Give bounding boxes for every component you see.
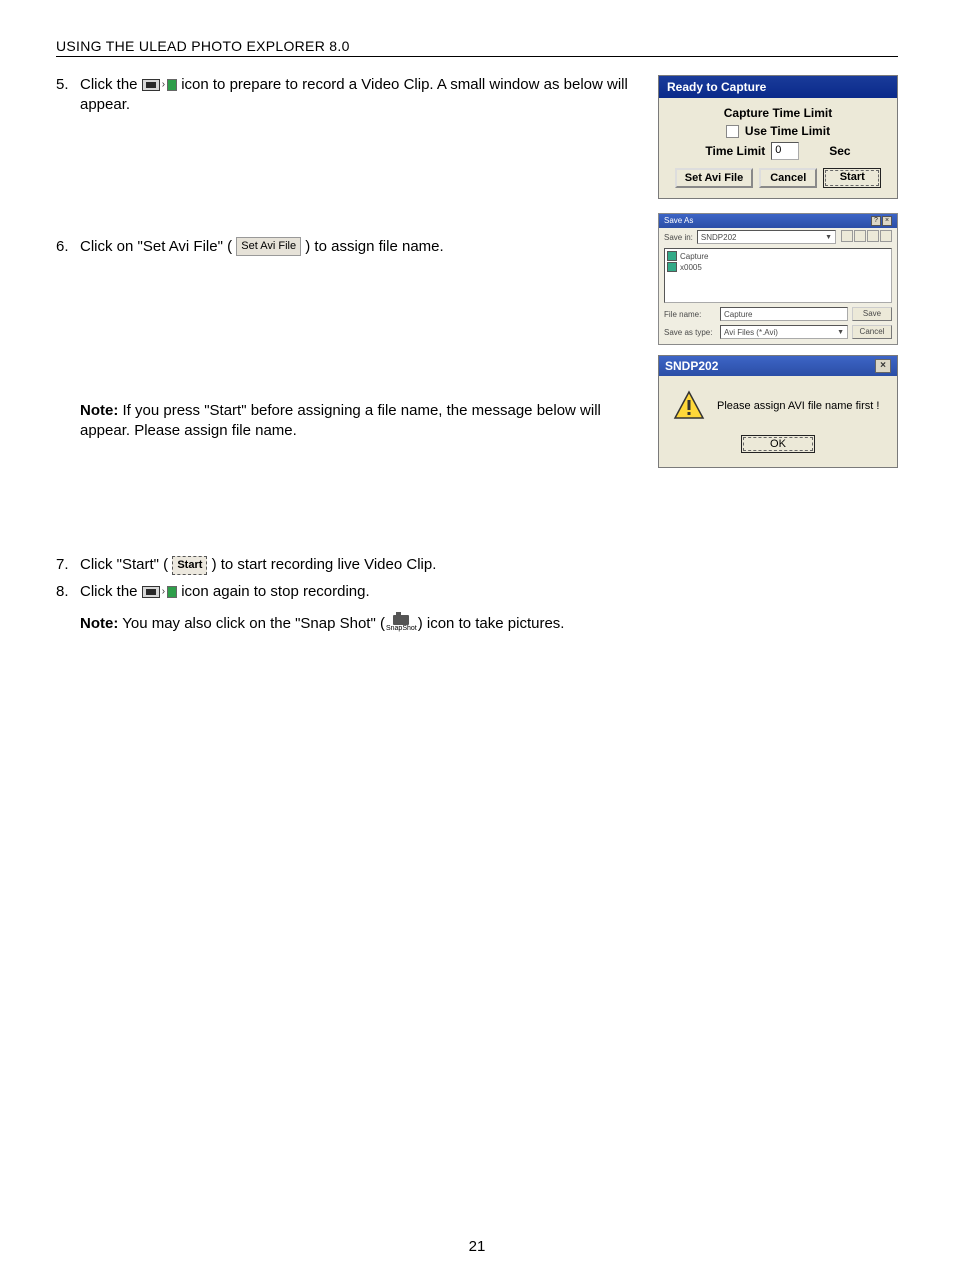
sec-label: Sec — [829, 144, 850, 158]
capture-dialog-title: Ready to Capture — [659, 76, 897, 98]
save-as-title: Save As — [664, 216, 693, 226]
snapshot-icon: SnapShot — [385, 614, 418, 633]
up-icon — [854, 230, 866, 242]
step-8-text-b: icon again to stop recording. — [181, 583, 369, 600]
step-6-text-b: ) to assign file name. — [305, 238, 443, 255]
note-2-text-b: ) icon to take pictures. — [418, 615, 565, 632]
ready-to-capture-dialog: Ready to Capture Capture Time Limit Use … — [658, 75, 898, 199]
use-time-limit-checkbox[interactable] — [726, 125, 739, 138]
step-5-number: 5. — [56, 75, 80, 116]
set-avi-file-inline-button: Set Avi File — [236, 237, 301, 256]
save-in-label: Save in: — [664, 233, 693, 242]
view-icon — [880, 230, 892, 242]
start-button[interactable]: Start — [823, 168, 881, 188]
video-record-icon-2: › — [142, 584, 177, 600]
help-icon[interactable]: ? — [871, 216, 881, 226]
note-2-label: Note: — [80, 615, 118, 632]
alert-dialog: SNDP202 × Please assign AVI file name fi… — [658, 355, 898, 468]
step-5-text-a: Click the — [80, 76, 142, 93]
step-8-number: 8. — [56, 582, 80, 602]
note-1-label: Note: — [80, 402, 118, 419]
save-button[interactable]: Save — [852, 307, 892, 321]
file-name-label: File name: — [664, 310, 716, 319]
step-7-text-a: Click "Start" ( — [80, 556, 172, 573]
file-list[interactable]: Capture x0005 — [664, 248, 892, 303]
start-inline-button: Start — [172, 556, 207, 575]
use-time-limit-label: Use Time Limit — [745, 124, 830, 138]
set-avi-file-button[interactable]: Set Avi File — [675, 168, 753, 188]
cancel-button-saveas[interactable]: Cancel — [852, 325, 892, 339]
save-as-type-label: Save as type: — [664, 328, 716, 337]
time-limit-input[interactable]: 0 — [771, 142, 799, 160]
save-as-dialog: Save As ? × Save in: SNDP202▼ — [658, 213, 898, 345]
ok-button[interactable]: OK — [741, 435, 815, 453]
video-record-icon: › — [142, 77, 177, 93]
list-item: Capture — [667, 251, 889, 261]
save-in-combo[interactable]: SNDP202▼ — [697, 230, 836, 244]
cancel-button[interactable]: Cancel — [759, 168, 817, 188]
new-folder-icon — [867, 230, 879, 242]
step-8-text-a: Click the — [80, 583, 142, 600]
step-7-text-b: ) to start recording live Video Clip. — [212, 556, 437, 573]
back-icon — [841, 230, 853, 242]
close-icon[interactable]: × — [882, 216, 892, 226]
step-6-text-a: Click on "Set Avi File" ( — [80, 238, 236, 255]
step-7-number: 7. — [56, 555, 80, 575]
warning-icon — [673, 390, 705, 422]
page-number: 21 — [0, 1238, 954, 1255]
toolbar-icons[interactable] — [840, 230, 892, 244]
alert-title: SNDP202 — [665, 359, 718, 373]
capture-time-limit-label: Capture Time Limit — [669, 106, 887, 120]
alert-message: Please assign AVI file name first ! — [717, 400, 879, 412]
page-header: USING THE ULEAD PHOTO EXPLORER 8.0 — [56, 38, 898, 56]
close-icon[interactable]: × — [875, 359, 891, 373]
list-item: x0005 — [667, 262, 889, 272]
file-name-input[interactable]: Capture — [720, 307, 848, 321]
time-limit-label: Time Limit — [705, 144, 765, 158]
step-6-number: 6. — [56, 237, 80, 257]
note-1-text: If you press "Start" before assigning a … — [80, 402, 601, 439]
note-2-text-a: You may also click on the "Snap Shot" ( — [118, 615, 385, 632]
save-as-type-combo[interactable]: Avi Files (*.Avi)▼ — [720, 325, 848, 339]
